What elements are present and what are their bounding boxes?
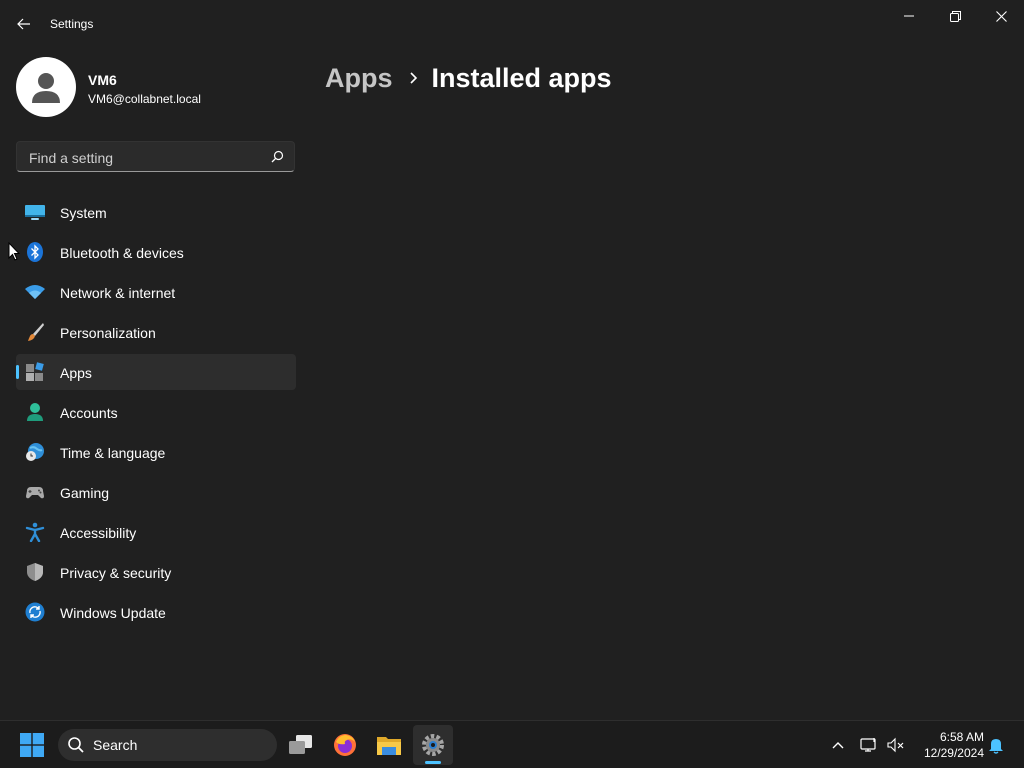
mouse-cursor-icon (8, 242, 20, 261)
sidebar-item-label: Personalization (60, 325, 156, 341)
restore-icon (949, 10, 961, 22)
clock-time: 6:58 AM (939, 730, 984, 744)
globe-clock-icon (26, 443, 44, 461)
chevron-up-icon (832, 742, 844, 749)
clock-date: 12/29/2024 (923, 746, 984, 760)
sidebar-item-accessibility[interactable]: Accessibility (16, 514, 296, 550)
brush-icon (28, 323, 44, 341)
page-title: Installed apps (431, 62, 612, 93)
user-profile[interactable]: VM6 VM6@collabnet.local (16, 57, 296, 117)
firefox-button[interactable] (325, 725, 365, 765)
bluetooth-icon (27, 242, 43, 262)
apps-icon (26, 362, 44, 381)
accessibility-icon (25, 522, 45, 542)
sidebar-item-time-language[interactable]: Time & language (16, 434, 296, 470)
search-input[interactable] (27, 142, 261, 173)
close-button[interactable] (978, 0, 1024, 32)
notifications-button[interactable] (984, 733, 1008, 757)
profile-name: VM6 (88, 72, 117, 88)
arrow-left-icon (17, 18, 30, 30)
sidebar-item-network[interactable]: Network & internet (16, 274, 296, 310)
sidebar-item-accounts[interactable]: Accounts (16, 394, 296, 430)
volume-muted-icon (887, 737, 904, 753)
taskbar: Search 6:58 AM 12/29/2024 (0, 720, 1024, 768)
sidebar-item-windows-update[interactable]: Windows Update (16, 594, 296, 630)
file-explorer-button[interactable] (369, 725, 409, 765)
minimize-button[interactable] (886, 0, 932, 32)
restore-button[interactable] (932, 0, 978, 32)
back-button[interactable] (12, 12, 36, 36)
sidebar-item-label: Bluetooth & devices (60, 245, 184, 261)
shield-icon (27, 563, 43, 581)
sidebar-item-label: Apps (60, 365, 92, 381)
sidebar-item-system[interactable]: System (16, 194, 296, 230)
update-icon (25, 602, 45, 622)
volume-tray-button[interactable] (884, 733, 908, 757)
notification-bell-icon (989, 738, 1003, 754)
close-icon (995, 10, 1007, 22)
sidebar-item-bluetooth[interactable]: Bluetooth & devices (16, 234, 296, 270)
accounts-icon (27, 403, 43, 421)
sidebar-item-label: Time & language (60, 445, 166, 461)
sidebar-item-label: Windows Update (60, 605, 166, 621)
settings-taskbar-button[interactable] (413, 725, 453, 765)
task-view-icon (289, 735, 312, 754)
sidebar-item-label: Network & internet (60, 285, 176, 301)
app-title: Settings (50, 17, 94, 31)
sidebar-item-personalization[interactable]: Personalization (16, 314, 296, 350)
network-tray-button[interactable] (857, 733, 881, 757)
taskbar-search[interactable]: Search (58, 729, 277, 761)
selected-indicator (16, 365, 19, 379)
sidebar-item-label: Accessibility (60, 525, 137, 541)
network-icon (860, 738, 876, 752)
minimize-icon (904, 15, 914, 17)
sidebar-item-apps[interactable]: Apps (16, 354, 296, 390)
breadcrumb: Apps Installed apps (325, 58, 612, 98)
sidebar-item-label: System (60, 205, 107, 221)
system-icon (25, 205, 45, 220)
start-button[interactable] (12, 725, 52, 765)
taskbar-search-label: Search (93, 737, 138, 753)
gamepad-icon (26, 487, 44, 499)
settings-search[interactable] (16, 141, 295, 173)
sidebar-item-label: Privacy & security (60, 565, 172, 581)
chevron-right-icon (409, 71, 418, 85)
wifi-icon (25, 285, 45, 299)
show-hidden-icons-button[interactable] (826, 733, 850, 757)
search-icon (68, 737, 84, 753)
sidebar-item-label: Gaming (60, 485, 110, 501)
file-explorer-icon (377, 737, 401, 755)
windows-start-icon (20, 733, 44, 757)
sidebar-item-privacy-security[interactable]: Privacy & security (16, 554, 296, 590)
search-icon (271, 150, 284, 163)
avatar (16, 57, 76, 117)
task-view-button[interactable] (281, 725, 321, 765)
firefox-icon (334, 734, 356, 756)
settings-gear-icon (422, 734, 444, 756)
sidebar-item-gaming[interactable]: Gaming (16, 474, 296, 510)
active-app-indicator (425, 761, 441, 764)
sidebar-nav: System Bluetooth & devices Network & int… (16, 194, 296, 634)
breadcrumb-apps-link[interactable]: Apps (325, 63, 393, 94)
title-bar: Settings (0, 0, 1024, 48)
taskbar-clock[interactable]: 6:58 AM 12/29/2024 (912, 729, 984, 761)
profile-email: VM6@collabnet.local (88, 92, 201, 106)
user-avatar-icon (32, 73, 60, 103)
sidebar-item-label: Accounts (60, 405, 118, 421)
